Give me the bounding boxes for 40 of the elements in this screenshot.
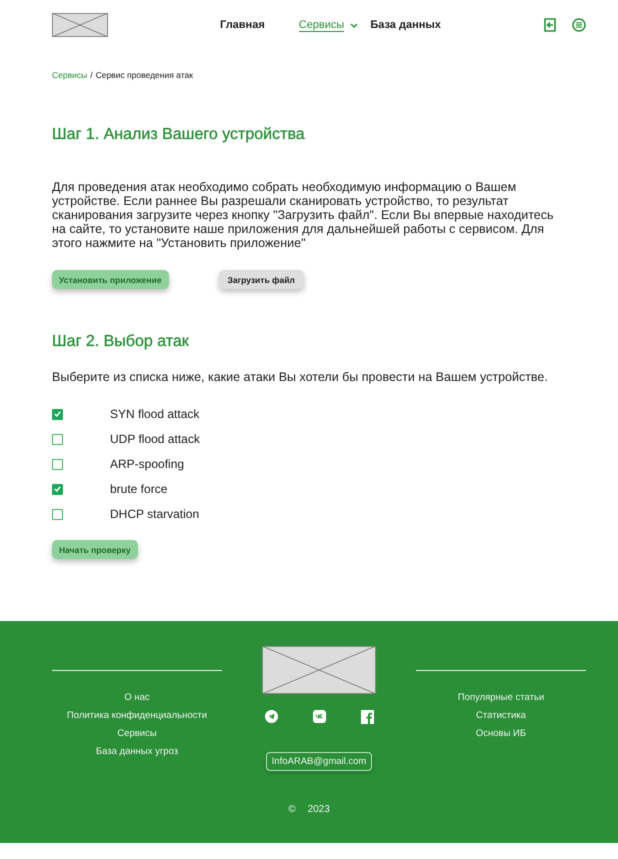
start-check-button[interactable]: Начать проверку	[52, 540, 138, 559]
step-description: Для проведения атак необходимо собрать необходимую информацию о Вашем устройстве. Если раннее Вы разрешали сканировать устройство, то результат сканирования загрузите через кнопку "Загрузить файл". Если Вы впервые находитесь на сайте, то установите наше приложения для дальнейшей работы с сервисом. Для этого нажмите на "Установить приложение"	[52, 180, 555, 250]
checkbox[interactable]	[52, 508, 63, 520]
logo-placeholder	[52, 13, 108, 37]
step-description: Выберите из списка ниже, какие атаки Вы хотели бы провести на Вашем устройстве.	[52, 370, 549, 384]
attack-label: DHCP starvation	[110, 507, 200, 521]
menu-icon[interactable]	[572, 18, 586, 32]
login-icon[interactable]	[544, 18, 556, 32]
attack-label: UDP flood attack	[110, 432, 200, 446]
attack-label: ARP-spoofing	[110, 457, 184, 471]
footer-link[interactable]: База данных угроз	[96, 743, 178, 761]
footer-link[interactable]: Статистика	[476, 707, 526, 725]
attack-label: brute force	[110, 482, 168, 496]
nav-link[interactable]: Главная	[220, 17, 265, 33]
breadcrumb-link[interactable]: Сервисы	[52, 70, 88, 80]
checkbox[interactable]	[52, 408, 63, 420]
footer-link[interactable]: О нас	[124, 689, 150, 707]
breadcrumb-current: Сервис проведения атак	[96, 70, 193, 80]
checkbox[interactable]	[52, 484, 63, 494]
attack-label: SYN flood attack	[110, 407, 200, 421]
breadcrumb-separator: /	[90, 70, 93, 80]
copyright-sign: ©	[288, 804, 296, 815]
chevron-down-icon	[350, 22, 358, 28]
upload-file-button[interactable]: Загрузить файл	[218, 270, 304, 289]
footer-link[interactable]: Основы ИБ	[476, 725, 526, 743]
step-heading: Шаг 1. Анализ Вашего устройства	[52, 126, 306, 144]
footer-link[interactable]: Политика конфиденциальности	[66, 707, 208, 725]
email-link[interactable]: InfoARAB@gmail.com	[266, 752, 372, 771]
footer-link[interactable]: Сервисы	[117, 725, 157, 743]
footer-link[interactable]: Популярные статьи	[458, 689, 544, 707]
vk-icon[interactable]	[312, 710, 326, 723]
facebook-icon[interactable]	[360, 710, 374, 724]
checkbox[interactable]	[52, 434, 63, 444]
checkbox[interactable]	[52, 458, 63, 470]
telegram-icon[interactable]	[264, 710, 278, 723]
nav-link[interactable]: База данных	[370, 17, 441, 33]
step-heading: Шаг 2. Выбор атак	[52, 333, 190, 351]
install-app-button[interactable]: Установить приложение	[52, 270, 169, 289]
nav-link[interactable]: Сервисы	[298, 16, 358, 34]
copyright-year: 2023	[308, 804, 330, 815]
